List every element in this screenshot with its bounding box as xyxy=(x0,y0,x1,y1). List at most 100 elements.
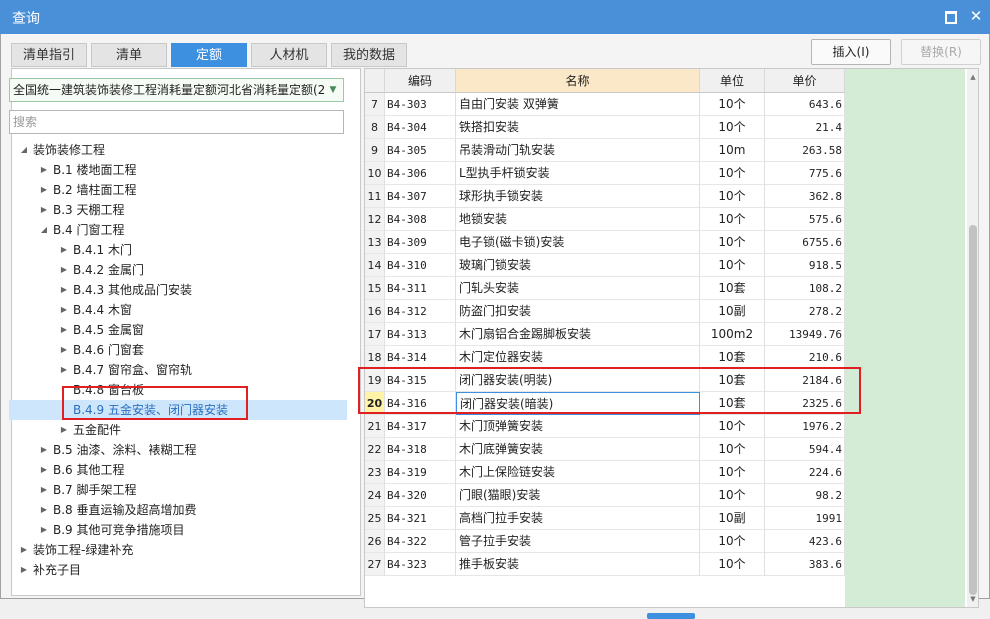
code-cell[interactable]: B4-304 xyxy=(385,116,456,139)
tree-node[interactable]: ▶ B.7 脚手架工程 xyxy=(9,480,347,500)
collapsed-arrow-icon[interactable]: ▶ xyxy=(19,560,29,580)
collapsed-arrow-icon[interactable]: ▶ xyxy=(59,340,69,360)
row-number[interactable]: 7 xyxy=(365,93,385,116)
tree-node[interactable]: ▶ B.3 天棚工程 xyxy=(9,200,347,220)
tree-node[interactable]: ▶ 五金配件 xyxy=(9,420,347,440)
collapsed-arrow-icon[interactable]: ▶ xyxy=(59,420,69,440)
column-header[interactable]: 单位 xyxy=(700,69,765,93)
price-cell[interactable]: 210.6 xyxy=(765,346,845,369)
price-cell[interactable]: 643.6 xyxy=(765,93,845,116)
scroll-up-icon[interactable]: ▲ xyxy=(967,71,978,83)
collapsed-arrow-icon[interactable]: ▶ xyxy=(59,300,69,320)
unit-cell[interactable]: 10个 xyxy=(700,461,765,484)
table-row[interactable]: 23 B4-319 木门上保险链安装 10个 224.6 xyxy=(365,461,845,484)
tree-node[interactable]: ◢ 装饰装修工程 xyxy=(9,140,347,160)
price-cell[interactable]: 362.8 xyxy=(765,185,845,208)
tree-node[interactable]: ▶ 装饰工程-绿建补充 xyxy=(9,540,347,560)
collapsed-arrow-icon[interactable]: ▶ xyxy=(59,280,69,300)
code-cell[interactable]: B4-321 xyxy=(385,507,456,530)
code-cell[interactable]: B4-317 xyxy=(385,415,456,438)
tree-node[interactable]: ▶ B.1 楼地面工程 xyxy=(9,160,347,180)
tree-node[interactable]: ▶ B.4.5 金属窗 xyxy=(9,320,347,340)
unit-cell[interactable]: 10个 xyxy=(700,208,765,231)
row-number[interactable]: 22 xyxy=(365,438,385,461)
collapsed-arrow-icon[interactable]: ▶ xyxy=(39,200,49,220)
row-number[interactable]: 21 xyxy=(365,415,385,438)
price-cell[interactable]: 423.6 xyxy=(765,530,845,553)
tree-node[interactable]: ▶ B.2 墙柱面工程 xyxy=(9,180,347,200)
table-row[interactable]: 12 B4-308 地锁安装 10个 575.6 xyxy=(365,208,845,231)
unit-cell[interactable]: 10套 xyxy=(700,346,765,369)
search-input[interactable]: 搜索 xyxy=(9,110,344,134)
table-row[interactable]: 24 B4-320 门眼(猫眼)安装 10个 98.2 xyxy=(365,484,845,507)
tab-quota[interactable]: 定额 xyxy=(171,43,247,67)
code-cell[interactable]: B4-320 xyxy=(385,484,456,507)
unit-cell[interactable]: 10副 xyxy=(700,507,765,530)
price-cell[interactable]: 224.6 xyxy=(765,461,845,484)
table-row[interactable]: 7 B4-303 自由门安装 双弹簧 10个 643.6 xyxy=(365,93,845,116)
vertical-scrollbar[interactable]: ▲ ▼ xyxy=(967,69,978,607)
insert-button[interactable]: 插入(I) xyxy=(811,39,891,65)
code-cell[interactable]: B4-323 xyxy=(385,553,456,576)
tree-node[interactable]: ▶ 补充子目 xyxy=(9,560,347,580)
price-cell[interactable]: 278.2 xyxy=(765,300,845,323)
name-cell[interactable]: 管子拉手安装 xyxy=(456,530,700,553)
row-number[interactable]: 27 xyxy=(365,553,385,576)
price-cell[interactable]: 13949.76 xyxy=(765,323,845,346)
row-number[interactable]: 16 xyxy=(365,300,385,323)
unit-cell[interactable]: 100m2 xyxy=(700,323,765,346)
row-number[interactable]: 24 xyxy=(365,484,385,507)
table-row[interactable]: 8 B4-304 铁搭扣安装 10个 21.4 xyxy=(365,116,845,139)
row-number[interactable]: 17 xyxy=(365,323,385,346)
row-number[interactable]: 8 xyxy=(365,116,385,139)
code-cell[interactable]: B4-306 xyxy=(385,162,456,185)
tree-node[interactable]: ▶ B.4.4 木窗 xyxy=(9,300,347,320)
unit-cell[interactable]: 10个 xyxy=(700,254,765,277)
row-number[interactable]: 18 xyxy=(365,346,385,369)
price-cell[interactable]: 575.6 xyxy=(765,208,845,231)
column-header[interactable]: 名称 xyxy=(456,69,700,93)
table-row[interactable]: 26 B4-322 管子拉手安装 10个 423.6 xyxy=(365,530,845,553)
price-cell[interactable]: 108.2 xyxy=(765,277,845,300)
splitter-handle[interactable] xyxy=(647,613,695,619)
scroll-down-icon[interactable]: ▼ xyxy=(967,593,978,605)
tree-node[interactable]: ▶ B.8 垂直运输及超高增加费 xyxy=(9,500,347,520)
unit-cell[interactable]: 10个 xyxy=(700,116,765,139)
row-number[interactable]: 10 xyxy=(365,162,385,185)
name-cell[interactable]: 自由门安装 双弹簧 xyxy=(456,93,700,116)
expanded-arrow-icon[interactable]: ◢ xyxy=(19,140,29,160)
price-cell[interactable]: 98.2 xyxy=(765,484,845,507)
collapsed-arrow-icon[interactable]: ▶ xyxy=(39,180,49,200)
code-cell[interactable]: B4-313 xyxy=(385,323,456,346)
replace-button[interactable]: 替换(R) xyxy=(901,39,981,65)
maximize-icon[interactable] xyxy=(942,8,958,24)
unit-cell[interactable]: 10个 xyxy=(700,530,765,553)
name-cell[interactable]: 门轧头安装 xyxy=(456,277,700,300)
table-row[interactable]: 13 B4-309 电子锁(磁卡锁)安装 10个 6755.6 xyxy=(365,231,845,254)
code-cell[interactable]: B4-309 xyxy=(385,231,456,254)
price-cell[interactable]: 594.4 xyxy=(765,438,845,461)
tab-list-guide[interactable]: 清单指引 xyxy=(11,43,87,67)
code-cell[interactable]: B4-310 xyxy=(385,254,456,277)
name-cell[interactable]: 防盗门扣安装 xyxy=(456,300,700,323)
name-cell[interactable]: 吊装滑动门轨安装 xyxy=(456,139,700,162)
scroll-thumb[interactable] xyxy=(969,225,977,595)
price-cell[interactable]: 263.58 xyxy=(765,139,845,162)
tree-node[interactable]: ▶ B.9 其他可竞争措施项目 xyxy=(9,520,347,540)
column-header[interactable]: 编码 xyxy=(385,69,456,93)
name-cell[interactable]: 木门扇铝合金踢脚板安装 xyxy=(456,323,700,346)
unit-cell[interactable]: 10个 xyxy=(700,231,765,254)
name-cell[interactable]: 门眼(猫眼)安装 xyxy=(456,484,700,507)
name-cell[interactable]: 木门定位器安装 xyxy=(456,346,700,369)
row-number[interactable]: 25 xyxy=(365,507,385,530)
price-cell[interactable]: 1976.2 xyxy=(765,415,845,438)
unit-cell[interactable]: 10个 xyxy=(700,93,765,116)
unit-cell[interactable]: 10副 xyxy=(700,300,765,323)
tab-my-data[interactable]: 我的数据 xyxy=(331,43,407,67)
code-cell[interactable]: B4-319 xyxy=(385,461,456,484)
table-row[interactable]: 21 B4-317 木门顶弹簧安装 10个 1976.2 xyxy=(365,415,845,438)
unit-cell[interactable]: 10个 xyxy=(700,162,765,185)
tree-node[interactable]: ▶ B.4.7 窗帘盒、窗帘轨 xyxy=(9,360,347,380)
code-cell[interactable]: B4-322 xyxy=(385,530,456,553)
tree-node[interactable]: ▶ B.4.1 木门 xyxy=(9,240,347,260)
